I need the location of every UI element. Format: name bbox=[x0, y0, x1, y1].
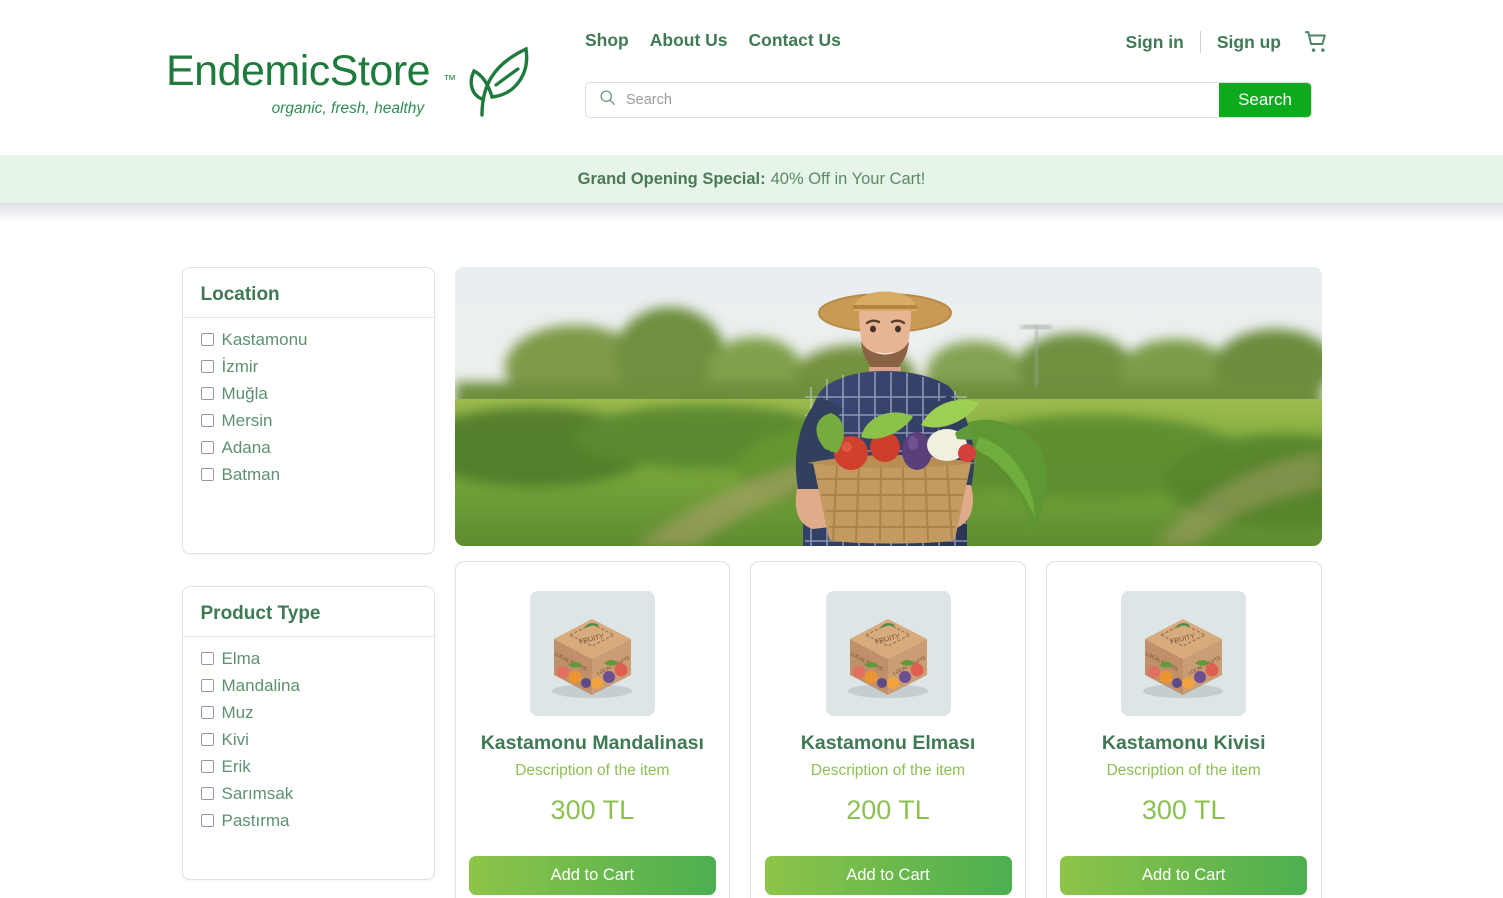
add-to-cart-button[interactable]: Add to Cart bbox=[764, 856, 1012, 895]
search-icon bbox=[599, 89, 616, 111]
product-price: 300 TL bbox=[1141, 795, 1226, 825]
product-title: Kastamonu Kivisi bbox=[1101, 732, 1266, 754]
filter-panel-location: Location Kastamonu İzmir Muğla Mersin Ad… bbox=[181, 267, 435, 554]
filters-sidebar: Location Kastamonu İzmir Muğla Mersin Ad… bbox=[181, 267, 435, 898]
product-image: FRUITY LOCAL FRUITS LOCAL FRUITS bbox=[825, 591, 951, 716]
product-price: 300 TL bbox=[550, 795, 635, 825]
promo-banner-title: Grand Opening Special: bbox=[577, 169, 766, 188]
filter-option-muz[interactable]: Muz bbox=[200, 699, 416, 726]
filter-option-label: Adana bbox=[221, 437, 271, 457]
checkbox-icon[interactable] bbox=[200, 468, 214, 481]
product-title: Kastamonu Elması bbox=[800, 732, 976, 754]
leaf-icon bbox=[452, 37, 536, 126]
filter-option-kivi[interactable]: Kivi bbox=[200, 726, 416, 753]
filter-option-label: Erik bbox=[221, 756, 251, 776]
filter-option-label: Mandalina bbox=[221, 675, 300, 695]
checkbox-icon[interactable] bbox=[200, 787, 214, 800]
filter-option-elma[interactable]: Elma bbox=[200, 645, 416, 672]
product-description: Description of the item bbox=[810, 762, 966, 779]
add-to-cart-button[interactable]: Add to Cart bbox=[468, 856, 716, 895]
filter-option-izmir[interactable]: İzmir bbox=[200, 353, 416, 380]
filter-option-erik[interactable]: Erik bbox=[200, 753, 416, 780]
product-grid: FRUITY LOCAL FRUITS LOCAL FRUITS Kastamo… bbox=[454, 561, 1322, 898]
search-input[interactable] bbox=[626, 92, 1206, 108]
filter-options-product-type: Elma Mandalina Muz Kivi Erik Sarımsak Pa… bbox=[183, 637, 434, 834]
hero-image bbox=[454, 267, 1322, 546]
product-card[interactable]: FRUITY LOCAL FRUITS LOCAL FRUITS Kastamo… bbox=[750, 561, 1026, 898]
filter-option-mersin[interactable]: Mersin bbox=[200, 407, 416, 434]
filter-option-sarimsak[interactable]: Sarımsak bbox=[200, 780, 416, 807]
checkbox-icon[interactable] bbox=[200, 333, 214, 346]
product-image: FRUITY LOCAL FRUITS LOCAL FRUITS bbox=[529, 591, 655, 716]
nav-item-about-us[interactable]: About Us bbox=[650, 30, 728, 51]
checkbox-icon[interactable] bbox=[200, 652, 214, 665]
filter-option-label: Elma bbox=[221, 648, 261, 668]
logo[interactable]: EndemicStore ™ organic, fresh, healthy bbox=[166, 38, 536, 130]
filter-title-location: Location bbox=[182, 284, 434, 318]
checkbox-icon[interactable] bbox=[200, 679, 214, 692]
logo-title: EndemicStore bbox=[166, 47, 431, 95]
checkbox-icon[interactable] bbox=[200, 360, 214, 373]
main-content: Location Kastamonu İzmir Muğla Mersin Ad… bbox=[0, 223, 1503, 898]
filter-option-adana[interactable]: Adana bbox=[200, 434, 416, 461]
filter-option-label: Sarımsak bbox=[221, 783, 294, 803]
filter-option-label: Mersin bbox=[221, 410, 273, 430]
banner-shadow bbox=[0, 203, 1503, 223]
filter-option-label: Kastamonu bbox=[221, 329, 308, 349]
sign-in-link[interactable]: Sign in bbox=[1126, 32, 1184, 53]
filter-option-mandalina[interactable]: Mandalina bbox=[200, 672, 416, 699]
promo-banner: Grand Opening Special: 40% Off in Your C… bbox=[0, 155, 1503, 203]
filter-option-batman[interactable]: Batman bbox=[200, 461, 416, 488]
checkbox-icon[interactable] bbox=[200, 760, 214, 773]
sign-up-link[interactable]: Sign up bbox=[1217, 32, 1281, 53]
catalog-column: FRUITY LOCAL FRUITS LOCAL FRUITS Kastamo… bbox=[454, 267, 1322, 898]
logo-tagline: organic, fresh, healthy bbox=[271, 100, 425, 117]
filter-option-label: İzmir bbox=[221, 356, 259, 376]
product-title: Kastamonu Mandalinası bbox=[480, 732, 704, 754]
divider bbox=[1199, 31, 1201, 53]
search-field[interactable] bbox=[586, 83, 1219, 117]
nav-item-shop[interactable]: Shop bbox=[585, 30, 629, 51]
trademark-icon: ™ bbox=[443, 72, 457, 87]
checkbox-icon[interactable] bbox=[200, 414, 214, 427]
filter-options-location: Kastamonu İzmir Muğla Mersin Adana Batma… bbox=[183, 318, 434, 488]
checkbox-icon[interactable] bbox=[200, 441, 214, 454]
filter-option-label: Pastırma bbox=[221, 810, 290, 830]
product-description: Description of the item bbox=[515, 762, 670, 779]
checkbox-icon[interactable] bbox=[200, 387, 214, 400]
filter-panel-product-type: Product Type Elma Mandalina Muz Kivi Eri… bbox=[181, 586, 435, 880]
add-to-cart-button[interactable]: Add to Cart bbox=[1060, 856, 1308, 895]
site-header: EndemicStore ™ organic, fresh, healthy S… bbox=[0, 0, 1503, 155]
checkbox-icon[interactable] bbox=[200, 733, 214, 746]
filter-option-pastirma[interactable]: Pastırma bbox=[200, 807, 416, 834]
shopping-cart-icon[interactable] bbox=[1303, 28, 1331, 56]
filter-option-mugla[interactable]: Muğla bbox=[200, 380, 416, 407]
checkbox-icon[interactable] bbox=[200, 706, 214, 719]
nav-item-contact-us[interactable]: Contact Us bbox=[749, 30, 841, 51]
filter-option-label: Muğla bbox=[221, 383, 268, 403]
product-card[interactable]: FRUITY LOCAL FRUITS LOCAL FRUITS Kastamo… bbox=[454, 561, 731, 898]
filter-title-product-type: Product Type bbox=[182, 603, 434, 637]
search-bar: Search bbox=[585, 82, 1312, 118]
product-price: 200 TL bbox=[846, 795, 930, 825]
primary-nav: Shop About Us Contact Us bbox=[585, 30, 841, 51]
filter-option-label: Batman bbox=[221, 464, 281, 484]
search-button[interactable]: Search bbox=[1219, 83, 1311, 117]
filter-option-label: Muz bbox=[221, 702, 254, 722]
promo-banner-text: 40% Off in Your Cart! bbox=[770, 169, 926, 188]
checkbox-icon[interactable] bbox=[200, 814, 214, 827]
product-description: Description of the item bbox=[1106, 762, 1261, 779]
filter-option-kastamonu[interactable]: Kastamonu bbox=[200, 326, 416, 353]
account-actions: Sign in Sign up bbox=[1126, 28, 1331, 56]
product-card[interactable]: FRUITY LOCAL FRUITS LOCAL FRUITS Kastamo… bbox=[1045, 561, 1322, 898]
product-image: FRUITY LOCAL FRUITS LOCAL FRUITS bbox=[1121, 591, 1247, 716]
logo-text: EndemicStore ™ organic, fresh, healthy bbox=[166, 47, 456, 118]
filter-option-label: Kivi bbox=[221, 729, 249, 749]
